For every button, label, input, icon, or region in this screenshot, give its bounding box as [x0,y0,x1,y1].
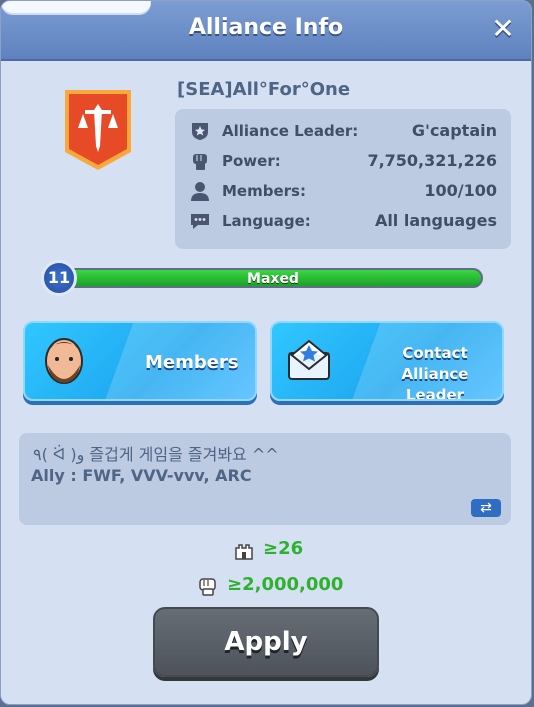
castle-icon [235,544,253,560]
progress-bar: Maxed [63,268,483,288]
apply-button[interactable]: Apply [153,607,379,677]
alliance-info-box: Alliance Leader: G'captain Power: 7,750,… [175,109,511,249]
alliance-description: ٩( ᐛ )و 즐겁게 게임을 즐겨봐요 ^^ Ally : FWF, VVV-… [19,433,511,525]
contact-label-line2: Leader [405,386,465,401]
requirement-castle-level: ≥26 [233,537,353,561]
requirement-castle-text: ≥26 [263,538,304,559]
info-row-members: Members: 100/100 [187,179,499,203]
alliance-info-panel: Alliance Info ✕ [SEA]All°For°One Allianc… [0,0,532,705]
person-icon [191,182,209,201]
info-label: Alliance Leader: [222,122,359,140]
progress-label: Maxed [247,271,299,287]
header-bar: Alliance Info ✕ [1,1,531,61]
info-row-language: Language: All languages [187,209,499,233]
page-title: Alliance Info [188,15,344,40]
leader-name: G'captain [411,121,497,140]
avatar-icon [45,338,83,384]
speech-bubble-icon [191,214,209,229]
translate-icon[interactable]: ⇄ [471,499,501,517]
power-value: 7,750,321,226 [367,151,497,170]
mail-icon [288,339,330,380]
info-row-leader: Alliance Leader: G'captain [187,119,499,143]
requirement-power: ≥2,000,000 [197,573,357,597]
close-icon[interactable]: ✕ [489,15,517,43]
snow-decoration [1,1,151,13]
apply-label: Apply [224,627,308,657]
alliance-level-progress: Maxed 11 [41,260,487,298]
members-count: 100/100 [424,181,497,200]
alliance-name: [SEA]All°For°One [177,79,351,100]
contact-label-line1: Contact Alliance [401,344,469,383]
members-label: Members [145,352,239,373]
info-row-power: Power: 7,750,321,226 [187,149,499,173]
contact-leader-button[interactable]: Contact Alliance Leader [270,321,504,401]
language-value: All languages [374,211,497,230]
banner-sword-icon [65,90,131,170]
description-line2: Ally : FWF, VVV-vvv, ARC [31,466,252,485]
fist-icon [199,578,216,596]
shield-star-icon [192,123,208,140]
info-label: Power: [222,152,281,170]
requirement-power-text: ≥2,000,000 [227,574,344,595]
contact-leader-label: Contact Alliance Leader [368,343,502,401]
members-button[interactable]: Members [23,321,257,401]
fist-icon [193,154,207,170]
info-label: Members: [222,182,306,200]
info-label: Language: [222,212,311,230]
description-line1: ٩( ᐛ )و 즐겁게 게임을 즐겨봐요 ^^ [33,445,279,464]
level-badge: 11 [41,260,77,296]
